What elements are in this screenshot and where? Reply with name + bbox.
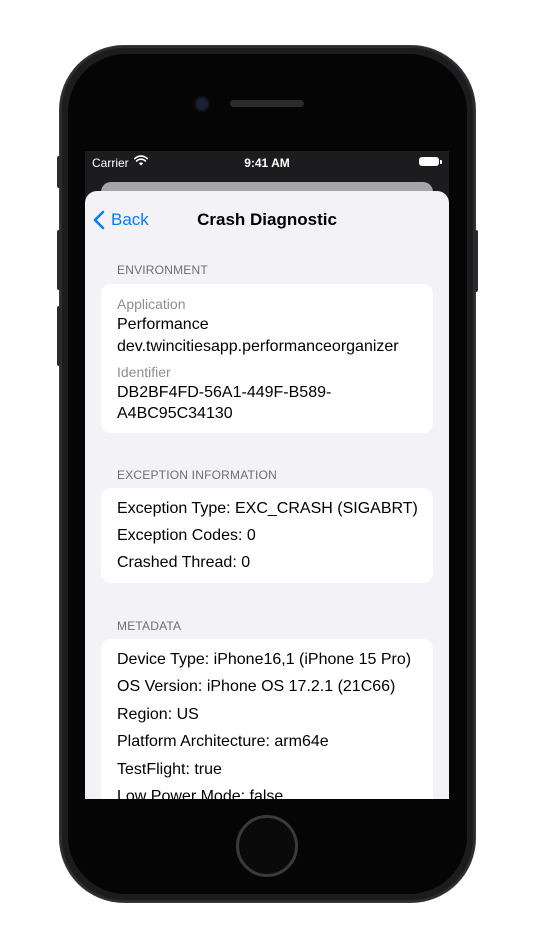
- metadata-section-header: METADATA: [117, 619, 182, 633]
- screen: Carrier 9:41 AM Back Crash Diagnostic EN…: [85, 151, 449, 799]
- volume-down-button: [57, 306, 61, 366]
- crash-diagnostic-sheet: Back Crash Diagnostic ENVIRONMENT Applic…: [85, 191, 449, 799]
- os-version: OS Version: iPhone OS 17.2.1 (21C66): [117, 678, 396, 695]
- exception-type: Exception Type: EXC_CRASH (SIGABRT): [117, 500, 418, 517]
- battery-icon: [419, 157, 442, 166]
- crashed-thread: Crashed Thread: 0: [117, 554, 251, 571]
- environment-card: Application Performance dev.twincitiesap…: [101, 284, 433, 433]
- volume-up-button: [57, 230, 61, 290]
- status-time: 9:41 AM: [244, 156, 290, 170]
- application-label: Application: [117, 296, 186, 312]
- status-bar: Carrier 9:41 AM: [85, 151, 449, 175]
- testflight: TestFlight: true: [117, 761, 222, 778]
- platform-architecture: Platform Architecture: arm64e: [117, 733, 329, 750]
- page-title: Crash Diagnostic: [197, 210, 337, 229]
- home-button[interactable]: [236, 815, 298, 877]
- application-name: Performance: [117, 316, 209, 333]
- identifier-value-line1: DB2BF4FD-56A1-449F-B589-: [117, 384, 332, 401]
- application-bundle-id: dev.twincitiesapp.performanceorganizer: [117, 338, 399, 355]
- power-button: [474, 230, 478, 292]
- exception-card: Exception Type: EXC_CRASH (SIGABRT) Exce…: [101, 488, 433, 583]
- exception-section-header: EXCEPTION INFORMATION: [117, 468, 277, 482]
- front-camera: [196, 98, 208, 110]
- navigation-bar: Back Crash Diagnostic: [85, 191, 449, 249]
- identifier-value-line2: A4BC95C34130: [117, 405, 233, 422]
- environment-section-header: ENVIRONMENT: [117, 263, 208, 277]
- earpiece-speaker: [230, 100, 304, 107]
- device-type: Device Type: iPhone16,1 (iPhone 15 Pro): [117, 651, 412, 668]
- region: Region: US: [117, 706, 199, 723]
- mute-switch: [57, 156, 61, 188]
- identifier-label: Identifier: [117, 364, 171, 380]
- exception-codes: Exception Codes: 0: [117, 527, 256, 544]
- low-power-mode: Low Power Mode: false: [117, 788, 284, 799]
- metadata-card: Device Type: iPhone16,1 (iPhone 15 Pro) …: [101, 639, 433, 799]
